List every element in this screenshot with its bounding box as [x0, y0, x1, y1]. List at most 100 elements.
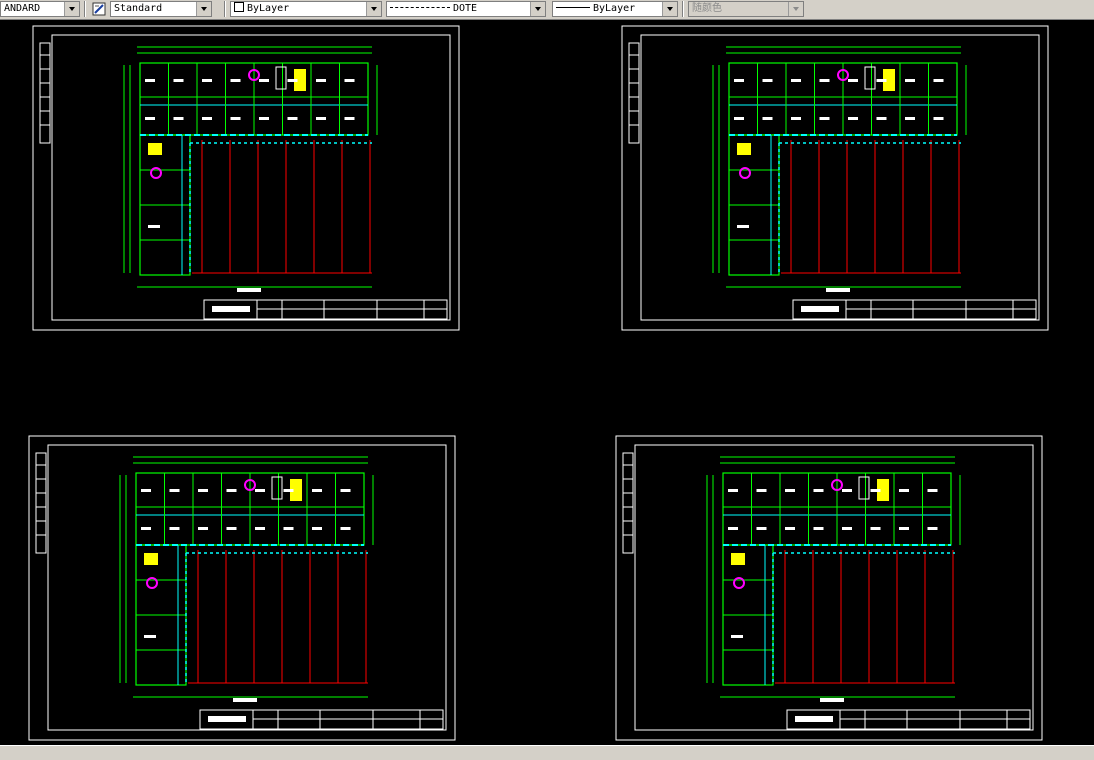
room-label-mark: [230, 79, 241, 82]
room-label-mark: [226, 489, 237, 492]
room-label-mark: [312, 489, 322, 492]
room-label-mark: [141, 527, 151, 530]
floor-plan-drawing: [615, 435, 1043, 741]
room-label-mark: [899, 527, 909, 530]
room-label-mark: [870, 489, 881, 492]
binding-strip: [35, 452, 47, 554]
room-label-mark: [344, 79, 355, 82]
floor-plan-drawing: [28, 435, 456, 741]
room-label-mark: [842, 489, 852, 492]
text-style-value: ANDARD: [4, 3, 41, 14]
room-label-mark: [819, 117, 830, 120]
drawing-title-mark: [826, 288, 850, 292]
room-label-mark: [202, 117, 212, 120]
room-label-mark: [848, 117, 858, 120]
drawing-canvas[interactable]: [0, 20, 1094, 759]
binding-strip: [628, 42, 640, 144]
stair-block: [731, 553, 745, 565]
room-label-mark: [791, 117, 801, 120]
linetype-value: DOTE: [453, 3, 478, 14]
sheet-border: [615, 435, 1043, 741]
dimension-style-icon[interactable]: [90, 1, 108, 17]
room-label-mark: [905, 79, 915, 82]
room-label-mark: [287, 79, 298, 82]
room-label-mark: [933, 117, 944, 120]
toolbar-separator: [224, 1, 226, 17]
room-label-mark: [141, 489, 151, 492]
properties-toolbar: ANDARD Standard ByLayer DOTE ByLayer 随颜色: [0, 0, 1094, 20]
room-label-mark: [198, 489, 208, 492]
room-label-mark: [819, 79, 830, 82]
dimension-style-value: Standard: [114, 3, 163, 14]
layer-color-dropdown[interactable]: ByLayer: [230, 1, 382, 17]
layer-color-value: ByLayer: [247, 3, 290, 14]
plot-style-value: 随颜色: [692, 3, 722, 14]
drawing-sheet[interactable]: [615, 435, 1043, 741]
drawing-sheet[interactable]: [32, 25, 460, 331]
room-label-mark: [876, 117, 887, 120]
room-label-mark: [316, 79, 326, 82]
room-label-mark: [728, 489, 738, 492]
linetype-sample-icon: [390, 7, 450, 8]
room-label-mark: [340, 527, 351, 530]
room-label-mark: [870, 527, 881, 530]
room-label-mark: [259, 79, 269, 82]
stair-block: [148, 143, 162, 155]
room-label-mark: [927, 527, 938, 530]
room-label-mark: [785, 527, 795, 530]
room-label-mark: [169, 527, 180, 530]
toolbar-separator: [84, 1, 86, 17]
room-label-mark: [344, 117, 355, 120]
drawing-sheet[interactable]: [28, 435, 456, 741]
room-label-mark: [255, 489, 265, 492]
chevron-down-icon[interactable]: [788, 2, 803, 16]
room-label-mark: [144, 635, 156, 638]
chevron-down-icon[interactable]: [662, 2, 677, 16]
room-label-mark: [905, 117, 915, 120]
room-label-mark: [145, 117, 155, 120]
room-label-mark: [169, 489, 180, 492]
linetype-dropdown[interactable]: DOTE: [386, 1, 546, 17]
toilet-block: [275, 66, 287, 90]
chevron-down-icon[interactable]: [366, 2, 381, 16]
room-label-mark: [876, 79, 887, 82]
room-label-mark: [813, 489, 824, 492]
chevron-down-icon[interactable]: [64, 2, 79, 16]
dimension-style-dropdown[interactable]: Standard: [110, 1, 212, 17]
sheet-border: [28, 435, 456, 741]
room-label-mark: [728, 527, 738, 530]
room-label-mark: [842, 527, 852, 530]
room-label-mark: [340, 489, 351, 492]
drawing-sheet[interactable]: [621, 25, 1049, 331]
status-bar: [0, 745, 1094, 760]
drawing-title-mark: [233, 698, 257, 702]
room-label-mark: [287, 117, 298, 120]
room-label-mark: [813, 527, 824, 530]
chevron-down-icon[interactable]: [530, 2, 545, 16]
room-label-mark: [933, 79, 944, 82]
room-label-mark: [762, 117, 773, 120]
chevron-down-icon[interactable]: [196, 2, 211, 16]
room-label-mark: [259, 117, 269, 120]
lineweight-dropdown[interactable]: ByLayer: [552, 1, 678, 17]
room-label-mark: [927, 489, 938, 492]
drawing-title-mark: [237, 288, 261, 292]
room-label-mark: [848, 79, 858, 82]
room-label-mark: [230, 117, 241, 120]
room-label-mark: [283, 527, 294, 530]
lineweight-sample-icon: [556, 7, 590, 8]
stair-block: [144, 553, 158, 565]
toilet-block: [864, 66, 876, 90]
room-label-mark: [148, 225, 160, 228]
room-label-mark: [737, 225, 749, 228]
room-label-mark: [734, 117, 744, 120]
floor-plan-drawing: [32, 25, 460, 331]
title-block-text-mark: [208, 716, 246, 722]
title-block-text-mark: [795, 716, 833, 722]
room-label-mark: [173, 79, 184, 82]
plot-style-dropdown[interactable]: 随颜色: [688, 1, 804, 17]
text-style-dropdown[interactable]: ANDARD: [0, 1, 80, 17]
binding-strip: [622, 452, 634, 554]
room-label-mark: [756, 527, 767, 530]
toolbar-separator: [682, 1, 684, 17]
